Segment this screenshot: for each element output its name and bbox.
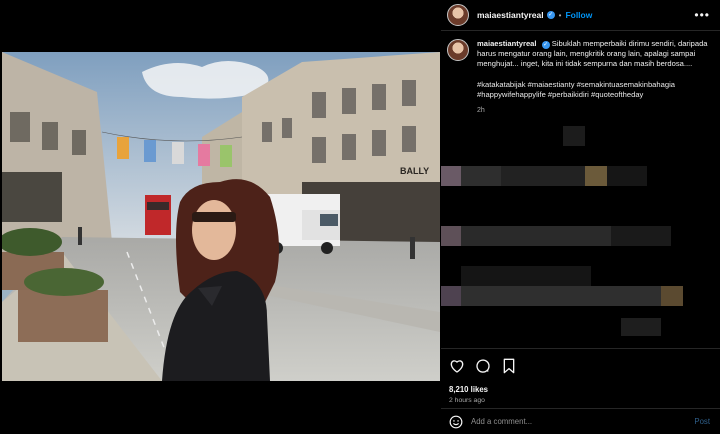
likes-count[interactable]: 8,210 likes xyxy=(449,385,710,394)
verified-badge-icon: ✓ xyxy=(546,11,555,19)
street-photo-illustration: BALLY xyxy=(2,52,440,381)
post-photo[interactable]: BALLY xyxy=(2,52,440,381)
post-actions: 8,210 likes 2 hours ago xyxy=(441,348,720,404)
posted-time: 2 hours ago xyxy=(449,397,485,404)
separator: • xyxy=(558,10,562,20)
shop-sign: BALLY xyxy=(400,166,429,176)
caption-username[interactable]: maiaestiantyreal xyxy=(477,39,537,48)
comment-input[interactable] xyxy=(471,417,695,426)
more-icon[interactable]: ••• xyxy=(694,8,710,22)
bookmark-icon[interactable] xyxy=(501,358,517,374)
pixelated-comments xyxy=(441,118,720,348)
caption-time: 2h xyxy=(477,107,485,115)
heart-icon[interactable] xyxy=(449,358,465,374)
post-header: maiaestiantyreal ✓ • Follow ••• xyxy=(441,0,720,31)
caption: maiaestiantyreal ✓ Sibuklah memperbaiki … xyxy=(441,31,720,116)
caption-avatar[interactable] xyxy=(447,39,469,61)
comment-icon[interactable] xyxy=(475,358,491,374)
post-panel: maiaestiantyreal ✓ • Follow ••• maiaesti… xyxy=(441,0,720,434)
post-button[interactable]: Post xyxy=(694,417,710,426)
comment-box: Post xyxy=(441,408,720,434)
username[interactable]: maiaestiantyreal xyxy=(477,10,544,20)
action-icons xyxy=(449,357,710,375)
caption-body: maiaestiantyreal ✓ Sibuklah memperbaiki … xyxy=(477,39,709,116)
emoji-icon[interactable] xyxy=(449,415,463,429)
caption-hashtags[interactable]: #katakatabijak #maiaestianty #semakintua… xyxy=(477,80,709,100)
caption-verified-badge-icon: ✓ xyxy=(541,41,550,49)
follow-button[interactable]: Follow xyxy=(565,10,592,20)
avatar[interactable] xyxy=(447,4,469,26)
